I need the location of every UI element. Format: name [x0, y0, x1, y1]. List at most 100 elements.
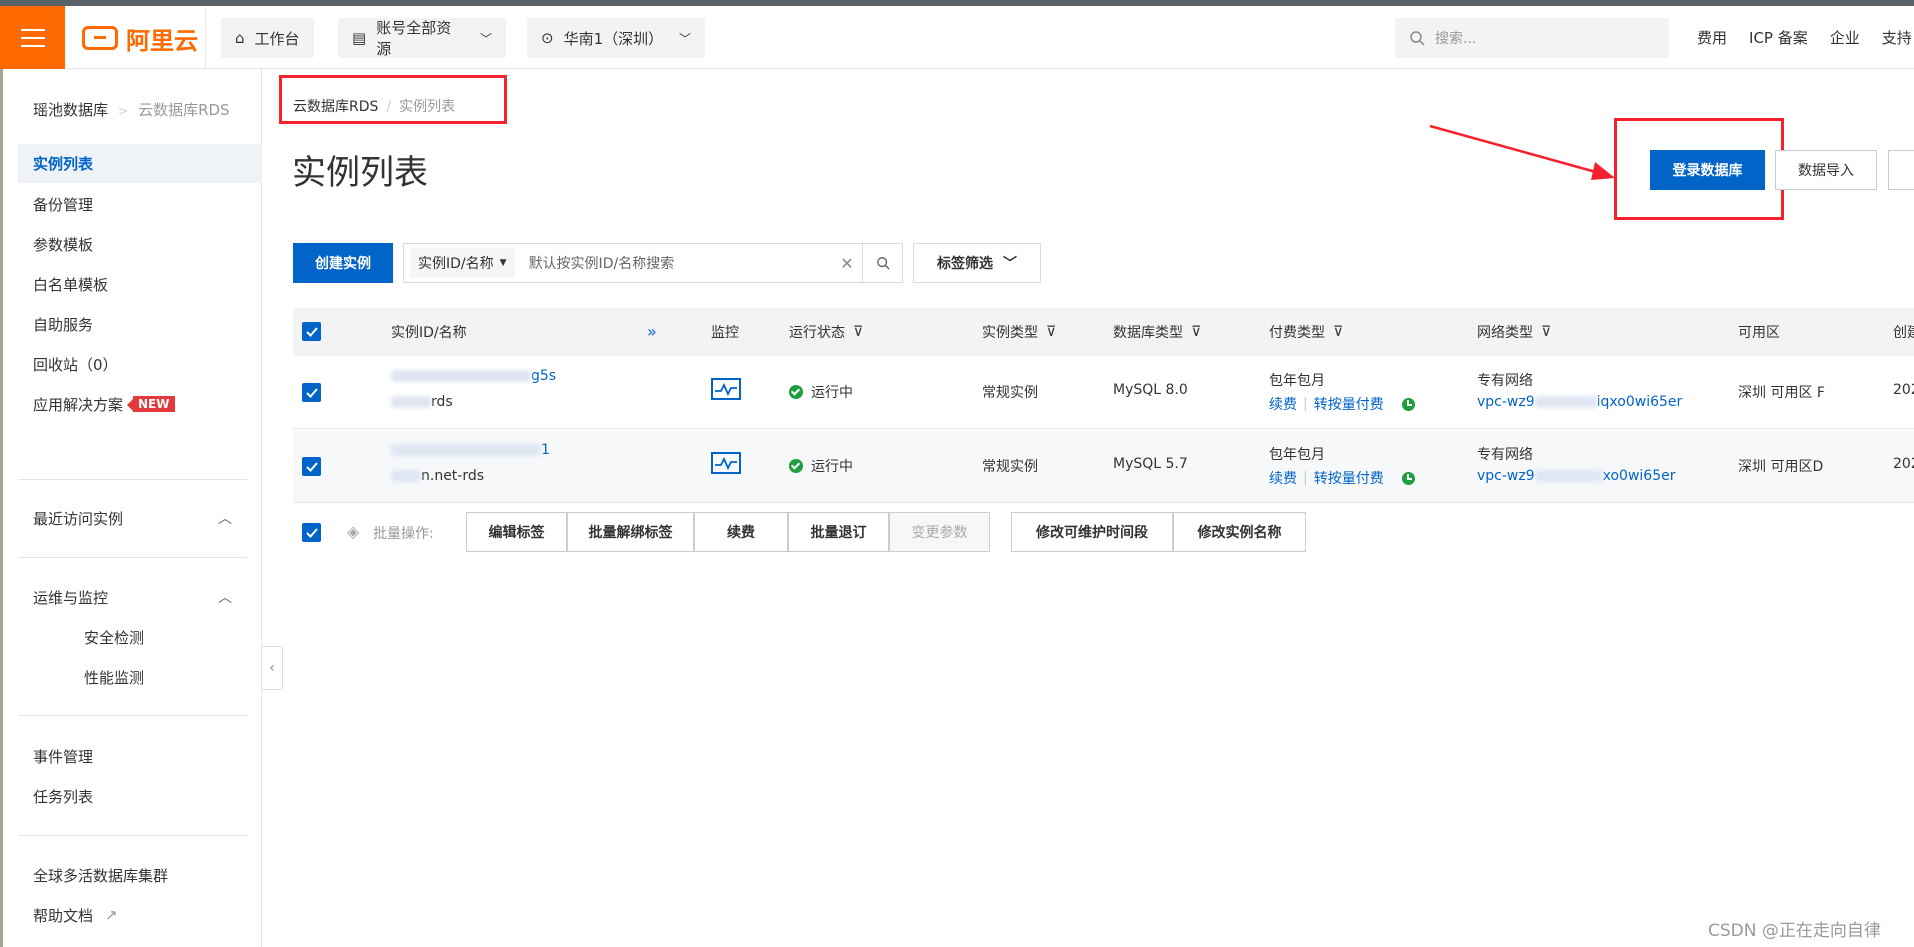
- search-submit-button[interactable]: [862, 244, 902, 282]
- instance-id-link[interactable]: g5s: [391, 368, 556, 384]
- th-zone: 可用区: [1738, 325, 1780, 341]
- instance-search-box: 实例ID/名称 ▼ 默认按实例ID/名称搜索 ✕: [403, 243, 903, 283]
- batch-renew-button[interactable]: 续费: [694, 512, 788, 552]
- switch-payg-link[interactable]: 转按量付费: [1314, 468, 1384, 488]
- filter-icon[interactable]: ⊽: [1333, 324, 1343, 340]
- sidebar-item-events[interactable]: 事件管理: [18, 736, 262, 776]
- create-instance-button[interactable]: 创建实例: [293, 243, 393, 283]
- layers-icon: ◈: [347, 522, 360, 541]
- chevron-up-icon: ︿: [218, 590, 232, 606]
- instance-name: n.net-rds: [391, 468, 484, 484]
- clock-icon: [1401, 471, 1415, 485]
- network-type: 专有网络: [1477, 447, 1533, 463]
- menu-icon[interactable]: [0, 6, 65, 69]
- data-import-button[interactable]: 数据导入: [1775, 150, 1877, 190]
- sidebar-item-perf-monitor[interactable]: 性能监测: [18, 657, 262, 697]
- filter-type-select[interactable]: 实例ID/名称 ▼: [410, 248, 515, 278]
- sidebar-item-self-service[interactable]: 自助服务: [18, 304, 262, 344]
- edit-tags-button[interactable]: 编辑标签: [466, 512, 567, 552]
- batch-select-checkbox[interactable]: [302, 523, 321, 542]
- row-checkbox[interactable]: [302, 457, 321, 476]
- db-type: MySQL 8.0: [1113, 382, 1188, 398]
- th-db-type: 数据库类型 ⊽: [1113, 324, 1202, 341]
- global-search-input[interactable]: 搜索...: [1395, 18, 1669, 58]
- chevron-left-icon: ‹: [269, 660, 275, 676]
- sidebar-group-recent[interactable]: 最近访问实例 ︿: [18, 498, 262, 538]
- vpc-link[interactable]: vpc-wz9 xo0wi65er: [1477, 468, 1676, 484]
- external-link-icon: ↗: [105, 906, 118, 924]
- top-link-support[interactable]: 支持: [1882, 27, 1912, 48]
- sidebar-item-instances[interactable]: 实例列表: [18, 144, 262, 183]
- th-created: 创建: [1893, 325, 1914, 341]
- sidebar-item-tasks[interactable]: 任务列表: [18, 776, 262, 816]
- sidebar-group-ops[interactable]: 运维与监控 ︿: [18, 577, 262, 617]
- resources-label: 账号全部资源: [376, 19, 452, 58]
- instance-type: 常规实例: [982, 385, 1038, 401]
- select-all-checkbox[interactable]: [302, 322, 321, 341]
- location-pin-icon: ⊙: [541, 29, 554, 47]
- monitor-chart-icon[interactable]: [711, 378, 741, 404]
- top-link-billing[interactable]: 费用: [1697, 27, 1727, 48]
- search-icon: [876, 257, 890, 270]
- sidebar-item-whitelist-template[interactable]: 白名单模板: [18, 264, 262, 304]
- filter-icon[interactable]: ⊽: [1046, 324, 1056, 340]
- more-actions-button[interactable]: [1888, 150, 1914, 190]
- chevron-down-icon: ﹀: [479, 31, 492, 46]
- instance-type: 常规实例: [982, 459, 1038, 475]
- check-circle-icon: [789, 459, 803, 473]
- aliyun-logo[interactable]: 阿里云: [82, 22, 198, 55]
- batch-actions-bar: ◈ 批量操作: 编辑标签 批量解绑标签 续费 批量退订 变更参数 修改可维护时间…: [293, 512, 1693, 554]
- sidebar-item-solutions[interactable]: 应用解决方案 NEW: [18, 384, 262, 424]
- top-link-enterprise[interactable]: 企业: [1830, 27, 1860, 48]
- sidebar-item-security-check[interactable]: 安全检测: [18, 617, 262, 657]
- batch-unsubscribe-button[interactable]: 批量退订: [788, 512, 889, 552]
- sidebar-crumb-root[interactable]: 瑶池数据库: [33, 101, 108, 119]
- renew-link[interactable]: 续费: [1269, 468, 1297, 488]
- instance-id-link[interactable]: 1: [391, 442, 550, 458]
- sidebar-item-recycle-bin[interactable]: 回收站（0）: [18, 344, 262, 384]
- top-link-icp[interactable]: ICP 备案: [1749, 27, 1808, 48]
- th-pay-type: 付费类型 ⊽: [1269, 324, 1344, 341]
- change-params-button[interactable]: 变更参数: [889, 512, 990, 552]
- row-checkbox[interactable]: [302, 383, 321, 402]
- batch-unbind-tags-button[interactable]: 批量解绑标签: [567, 512, 694, 552]
- workbench-button[interactable]: ⌂ 工作台: [221, 18, 314, 58]
- sidebar-item-help-docs[interactable]: 帮助文档 ↗: [18, 895, 262, 935]
- filter-icon[interactable]: ⊽: [1541, 324, 1551, 340]
- monitor-chart-icon[interactable]: [711, 452, 741, 478]
- sidebar-item-param-template[interactable]: 参数模板: [18, 224, 262, 264]
- renew-link[interactable]: 续费: [1269, 394, 1297, 414]
- switch-payg-link[interactable]: 转按量付费: [1314, 394, 1384, 414]
- filter-icon[interactable]: ⊽: [853, 324, 863, 340]
- region-label: 华南1（深圳）: [563, 29, 664, 48]
- region-dropdown[interactable]: ⊙ 华南1（深圳） ﹀: [527, 18, 705, 58]
- expand-columns-icon[interactable]: »: [647, 322, 657, 341]
- table-row[interactable]: g5s rds 运行中 常规实例 MySQL 8.0 包年包月 续费 | 转按量付费…: [293, 356, 1914, 429]
- pay-actions: 续费 | 转按量付费: [1269, 394, 1415, 414]
- pay-actions: 续费 | 转按量付费: [1269, 468, 1415, 488]
- annotation-box-login: [1614, 118, 1784, 220]
- resources-dropdown[interactable]: ▤ 账号全部资源 ﹀: [338, 18, 506, 58]
- sidebar: 瑶池数据库>云数据库RDS 概览 实例列表 备份管理 参数模板 白名单模板 自助…: [0, 69, 262, 947]
- clock-icon: [1401, 397, 1415, 411]
- instance-search-input[interactable]: 默认按实例ID/名称搜索: [529, 253, 832, 273]
- server-icon: ▤: [352, 29, 367, 47]
- vpc-link[interactable]: vpc-wz9 iqxo0wi65er: [1477, 394, 1682, 410]
- sidebar-collapse-handle[interactable]: ‹: [262, 646, 283, 690]
- modify-maintenance-window-button[interactable]: 修改可维护时间段: [1011, 512, 1173, 552]
- sidebar-crumb-sub[interactable]: 云数据库RDS: [138, 101, 230, 119]
- created-time: 202: [1893, 456, 1914, 472]
- chevron-up-icon: ︿: [218, 511, 232, 527]
- rename-instance-button[interactable]: 修改实例名称: [1173, 512, 1306, 552]
- zone: 深圳 可用区D: [1738, 459, 1824, 475]
- zone: 深圳 可用区 F: [1738, 385, 1825, 401]
- table-row[interactable]: 1 n.net-rds 运行中 常规实例 MySQL 5.7 包年包月 续费 | 转…: [293, 430, 1914, 503]
- tag-filter-dropdown[interactable]: 标签筛选 ﹀: [913, 243, 1041, 283]
- db-type: MySQL 5.7: [1113, 456, 1188, 472]
- sidebar-item-backup[interactable]: 备份管理: [18, 184, 262, 224]
- filter-icon[interactable]: ⊽: [1191, 324, 1201, 340]
- sidebar-item-global-cluster[interactable]: 全球多活数据库集群: [18, 855, 262, 895]
- logo-text: 阿里云: [126, 26, 198, 55]
- clear-icon[interactable]: ✕: [832, 254, 862, 273]
- pay-type: 包年包月: [1269, 447, 1325, 463]
